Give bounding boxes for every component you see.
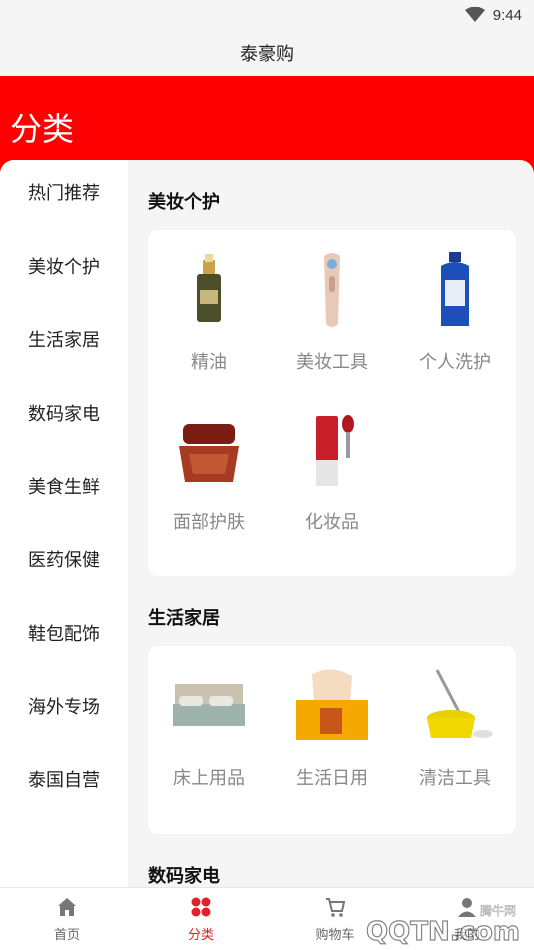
wifi-icon — [464, 7, 485, 22]
nav-category[interactable]: 分类 — [134, 888, 268, 950]
status-bar: 9:44 — [0, 0, 534, 30]
category-item[interactable]: 面部护肤 — [148, 390, 270, 540]
sidebar-item-overseas[interactable]: 海外专场 — [0, 688, 128, 728]
category-item-label: 精油 — [191, 352, 227, 373]
sidebar-item-food[interactable]: 美食生鲜 — [0, 468, 128, 508]
face-cream-jar-icon — [179, 424, 239, 482]
shampoo-bottle-icon — [441, 252, 469, 326]
category-item-label: 面部护肤 — [173, 512, 245, 533]
tissue-box-icon — [296, 669, 368, 740]
sidebar-item-digital[interactable]: 数码家电 — [0, 395, 128, 435]
sidebar-item-beauty[interactable]: 美妆个护 — [0, 248, 128, 288]
svg-text:QQTN.com: QQTN.com — [366, 917, 520, 947]
beauty-device-icon — [324, 253, 340, 327]
category-item[interactable]: 化妆品 — [271, 390, 393, 540]
mop-bucket-icon — [427, 669, 493, 738]
category-item-label: 生活日用 — [296, 768, 368, 789]
section-card: 精油 美妆工具 个人洗护 面部护肤 化妆品 — [148, 230, 516, 576]
sidebar-item-home[interactable]: 生活家居 — [0, 321, 128, 361]
bed-icon — [173, 684, 245, 726]
nav-home[interactable]: 首页 — [0, 888, 134, 950]
section-title: 生活家居 — [148, 608, 220, 629]
category-item[interactable]: 生活日用 — [271, 646, 393, 796]
section-card: 床上用品 生活日用 清洁工具 — [148, 646, 516, 834]
watermark-logo: 腾牛网 QQTN.com — [365, 903, 520, 948]
category-item[interactable]: 精油 — [148, 230, 270, 380]
sidebar-item-thailand[interactable]: 泰国自营 — [0, 761, 128, 801]
category-main[interactable]: 美妆个护 精油 美妆工具 个人洗护 面部护肤 化妆品 生活家居 床上用品 生活日… — [128, 160, 534, 887]
section-title: 美妆个护 — [148, 192, 220, 213]
category-item-label: 床上用品 — [173, 768, 245, 789]
section-title: 数码家电 — [148, 866, 220, 887]
category-item[interactable]: 床上用品 — [148, 646, 270, 796]
category-item-label: 美妆工具 — [296, 352, 368, 373]
status-time: 9:44 — [492, 6, 522, 24]
app-title-bar: 泰豪购 — [0, 30, 534, 76]
category-item-label: 清洁工具 — [419, 768, 491, 789]
svg-text:腾牛网: 腾牛网 — [480, 903, 516, 918]
category-icon — [191, 897, 211, 917]
sidebar-item-shoes-bags[interactable]: 鞋包配饰 — [0, 615, 128, 655]
category-item[interactable]: 美妆工具 — [271, 230, 393, 380]
category-item-label: 化妆品 — [305, 512, 359, 533]
category-item[interactable]: 清洁工具 — [394, 646, 516, 796]
category-sidebar[interactable]: 热门推荐 美妆个护 生活家居 数码家电 美食生鲜 医药保健 鞋包配饰 海外专场 … — [0, 160, 128, 887]
essential-oil-bottle-icon — [197, 254, 221, 322]
lip-gloss-icon — [316, 415, 354, 486]
category-item-label: 个人洗护 — [419, 352, 491, 373]
sidebar-item-hot[interactable]: 热门推荐 — [0, 174, 128, 214]
page-title: 分类 — [10, 110, 75, 148]
sidebar-item-health[interactable]: 医药保健 — [0, 541, 128, 581]
home-icon — [58, 898, 76, 916]
nav-category-label: 分类 — [187, 928, 214, 943]
category-content: 热门推荐 美妆个护 生活家居 数码家电 美食生鲜 医药保健 鞋包配饰 海外专场 … — [0, 160, 534, 887]
nav-home-label: 首页 — [53, 928, 80, 943]
app-title: 泰豪购 — [240, 44, 294, 65]
category-item[interactable]: 个人洗护 — [394, 230, 516, 380]
